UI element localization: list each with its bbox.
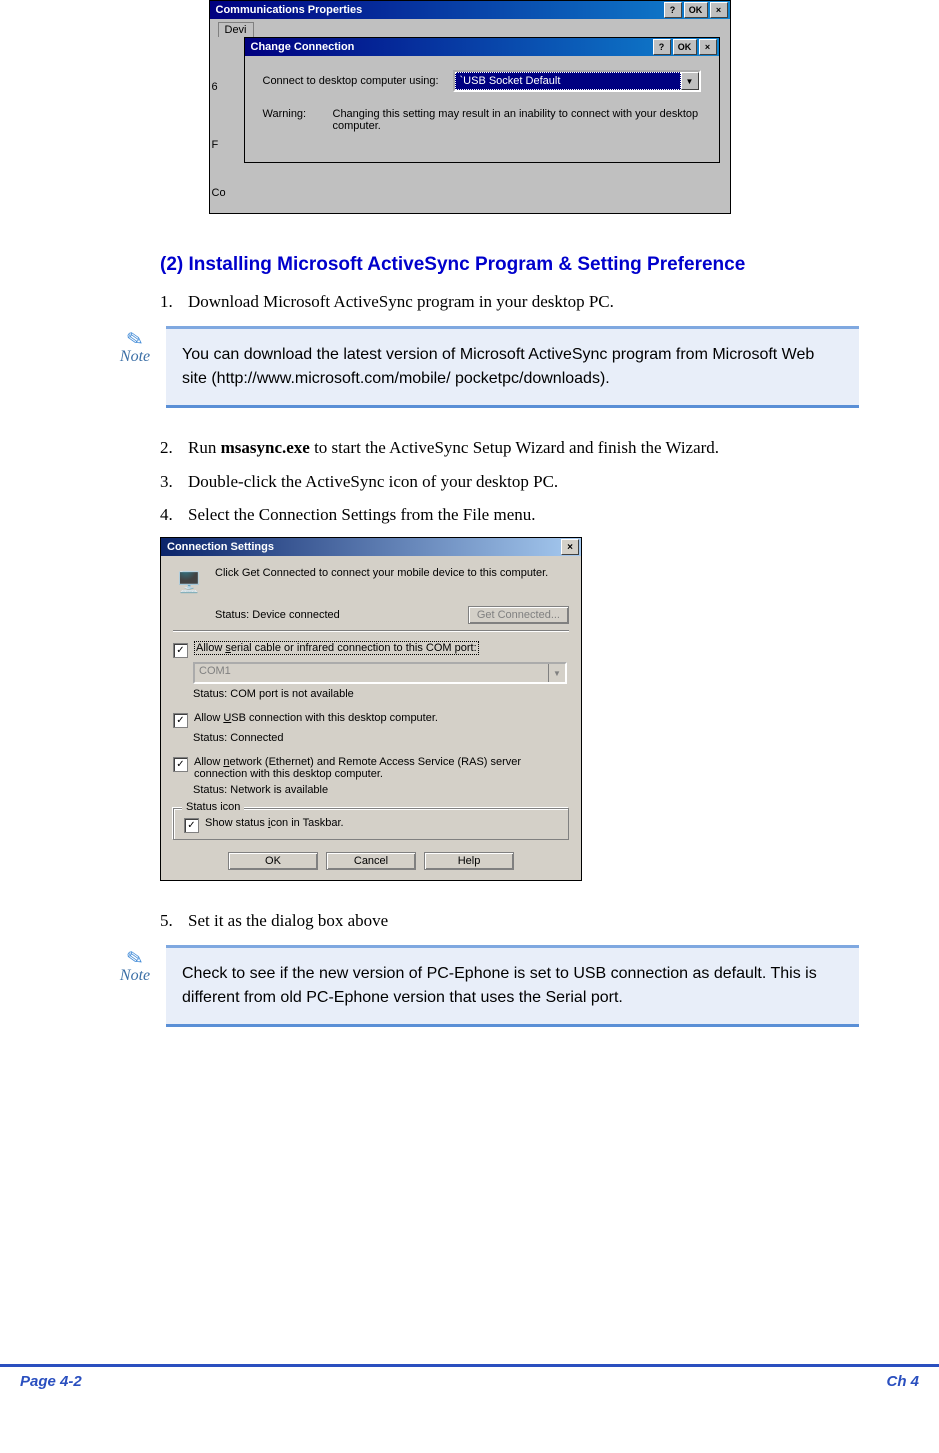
tab-stub[interactable]: Devi: [218, 22, 254, 37]
com-port-value: COM1: [195, 664, 548, 682]
cs-status: Status: Device connected: [215, 609, 468, 621]
help-button[interactable]: ?: [664, 2, 682, 18]
list-item: 4. Select the Connection Settings from t…: [160, 503, 859, 527]
group-label: Status icon: [182, 801, 244, 813]
network-status: Status: Network is available: [193, 784, 569, 796]
com-port-dropdown[interactable]: COM1 ▼: [193, 662, 567, 684]
connect-using-label: Connect to desktop computer using:: [263, 75, 453, 87]
network-option-label: Allow network (Ethernet) and Remote Acce…: [194, 756, 569, 780]
comm-prop-title: Communications Properties: [212, 4, 662, 16]
note-icon: ✎ Note: [110, 945, 160, 985]
serial-status: Status: COM port is not available: [193, 688, 569, 700]
step-text: Run msasync.exe to start the ActiveSync …: [188, 436, 719, 460]
note-text: You can download the latest version of M…: [166, 326, 859, 408]
comm-prop-titlebar: Communications Properties ? OK ×: [210, 1, 730, 19]
checkbox-taskbar[interactable]: ✓: [184, 818, 199, 833]
step-number: 2.: [160, 436, 188, 460]
cs-titlebar: Connection Settings ×: [161, 538, 581, 556]
side-stub: 6: [212, 81, 218, 93]
connection-settings-window: Connection Settings × 🖥️ Click Get Conne…: [160, 537, 582, 881]
close-icon[interactable]: ×: [710, 2, 728, 18]
page-footer: Page 4-2 Ch 4: [0, 1364, 939, 1390]
checkbox-network[interactable]: ✓: [173, 757, 188, 772]
chevron-down-icon: ▼: [548, 664, 565, 682]
note-text: Check to see if the new version of PC-Ep…: [166, 945, 859, 1027]
cs-title: Connection Settings: [163, 541, 561, 553]
divider: [173, 630, 569, 632]
usb-status: Status: Connected: [193, 732, 569, 744]
status-icon-group: Status icon ✓ Show status icon in Taskba…: [173, 808, 569, 840]
side-stub: F: [212, 139, 219, 151]
device-icon: 🖥️: [173, 566, 205, 598]
chapter-label: Ch 4: [886, 1373, 919, 1390]
get-connected-button[interactable]: Get Connected...: [468, 606, 569, 624]
pencil-icon: ✎: [109, 947, 161, 971]
page-number: Page 4-2: [20, 1373, 82, 1390]
list-item: 2. Run msasync.exe to start the ActiveSy…: [160, 436, 859, 460]
change-conn-titlebar: Change Connection ? OK ×: [245, 38, 719, 56]
cs-intro-text: Click Get Connected to connect your mobi…: [215, 566, 569, 598]
step-number: 4.: [160, 503, 188, 527]
taskbar-option-label: Show status icon in Taskbar.: [205, 817, 558, 829]
side-stub: Co: [212, 187, 226, 199]
step-number: 5.: [160, 909, 188, 933]
section-heading: (2) Installing Microsoft ActiveSync Prog…: [160, 254, 859, 276]
step-text: Download Microsoft ActiveSync program in…: [188, 290, 614, 314]
usb-option-label: Allow USB connection with this desktop c…: [194, 712, 569, 724]
step-text: Set it as the dialog box above: [188, 909, 388, 933]
change-conn-title: Change Connection: [247, 41, 651, 53]
help-button[interactable]: Help: [424, 852, 514, 870]
step-number: 1.: [160, 290, 188, 314]
change-connection-window: Change Connection ? OK × Connect to desk…: [244, 37, 720, 163]
step-number: 3.: [160, 470, 188, 494]
ok-button[interactable]: OK: [684, 2, 708, 18]
communications-properties-window: Communications Properties ? OK × Devi Ch…: [209, 0, 731, 214]
ok-button[interactable]: OK: [228, 852, 318, 870]
warning-label: Warning:: [263, 108, 333, 132]
close-icon[interactable]: ×: [561, 539, 579, 555]
step-text: Select the Connection Settings from the …: [188, 503, 536, 527]
cancel-button[interactable]: Cancel: [326, 852, 416, 870]
note-block: ✎ Note You can download the latest versi…: [110, 326, 859, 408]
checkbox-serial[interactable]: ✓: [173, 643, 188, 658]
connection-dropdown[interactable]: `USB Socket Default ▼: [453, 70, 701, 92]
help-button[interactable]: ?: [653, 39, 671, 55]
note-block: ✎ Note Check to see if the new version o…: [110, 945, 859, 1027]
close-icon[interactable]: ×: [699, 39, 717, 55]
step-text: Double-click the ActiveSync icon of your…: [188, 470, 558, 494]
checkbox-usb[interactable]: ✓: [173, 713, 188, 728]
note-icon: ✎ Note: [110, 326, 160, 366]
list-item: 5. Set it as the dialog box above: [160, 909, 859, 933]
dropdown-value: `USB Socket Default: [455, 72, 681, 90]
pencil-icon: ✎: [109, 328, 161, 352]
serial-option-label: Allow serial cable or infrared connectio…: [194, 642, 569, 654]
list-item: 1. Download Microsoft ActiveSync program…: [160, 290, 859, 314]
ok-button[interactable]: OK: [673, 39, 697, 55]
list-item: 3. Double-click the ActiveSync icon of y…: [160, 470, 859, 494]
chevron-down-icon[interactable]: ▼: [681, 72, 699, 90]
warning-text: Changing this setting may result in an i…: [333, 108, 701, 132]
